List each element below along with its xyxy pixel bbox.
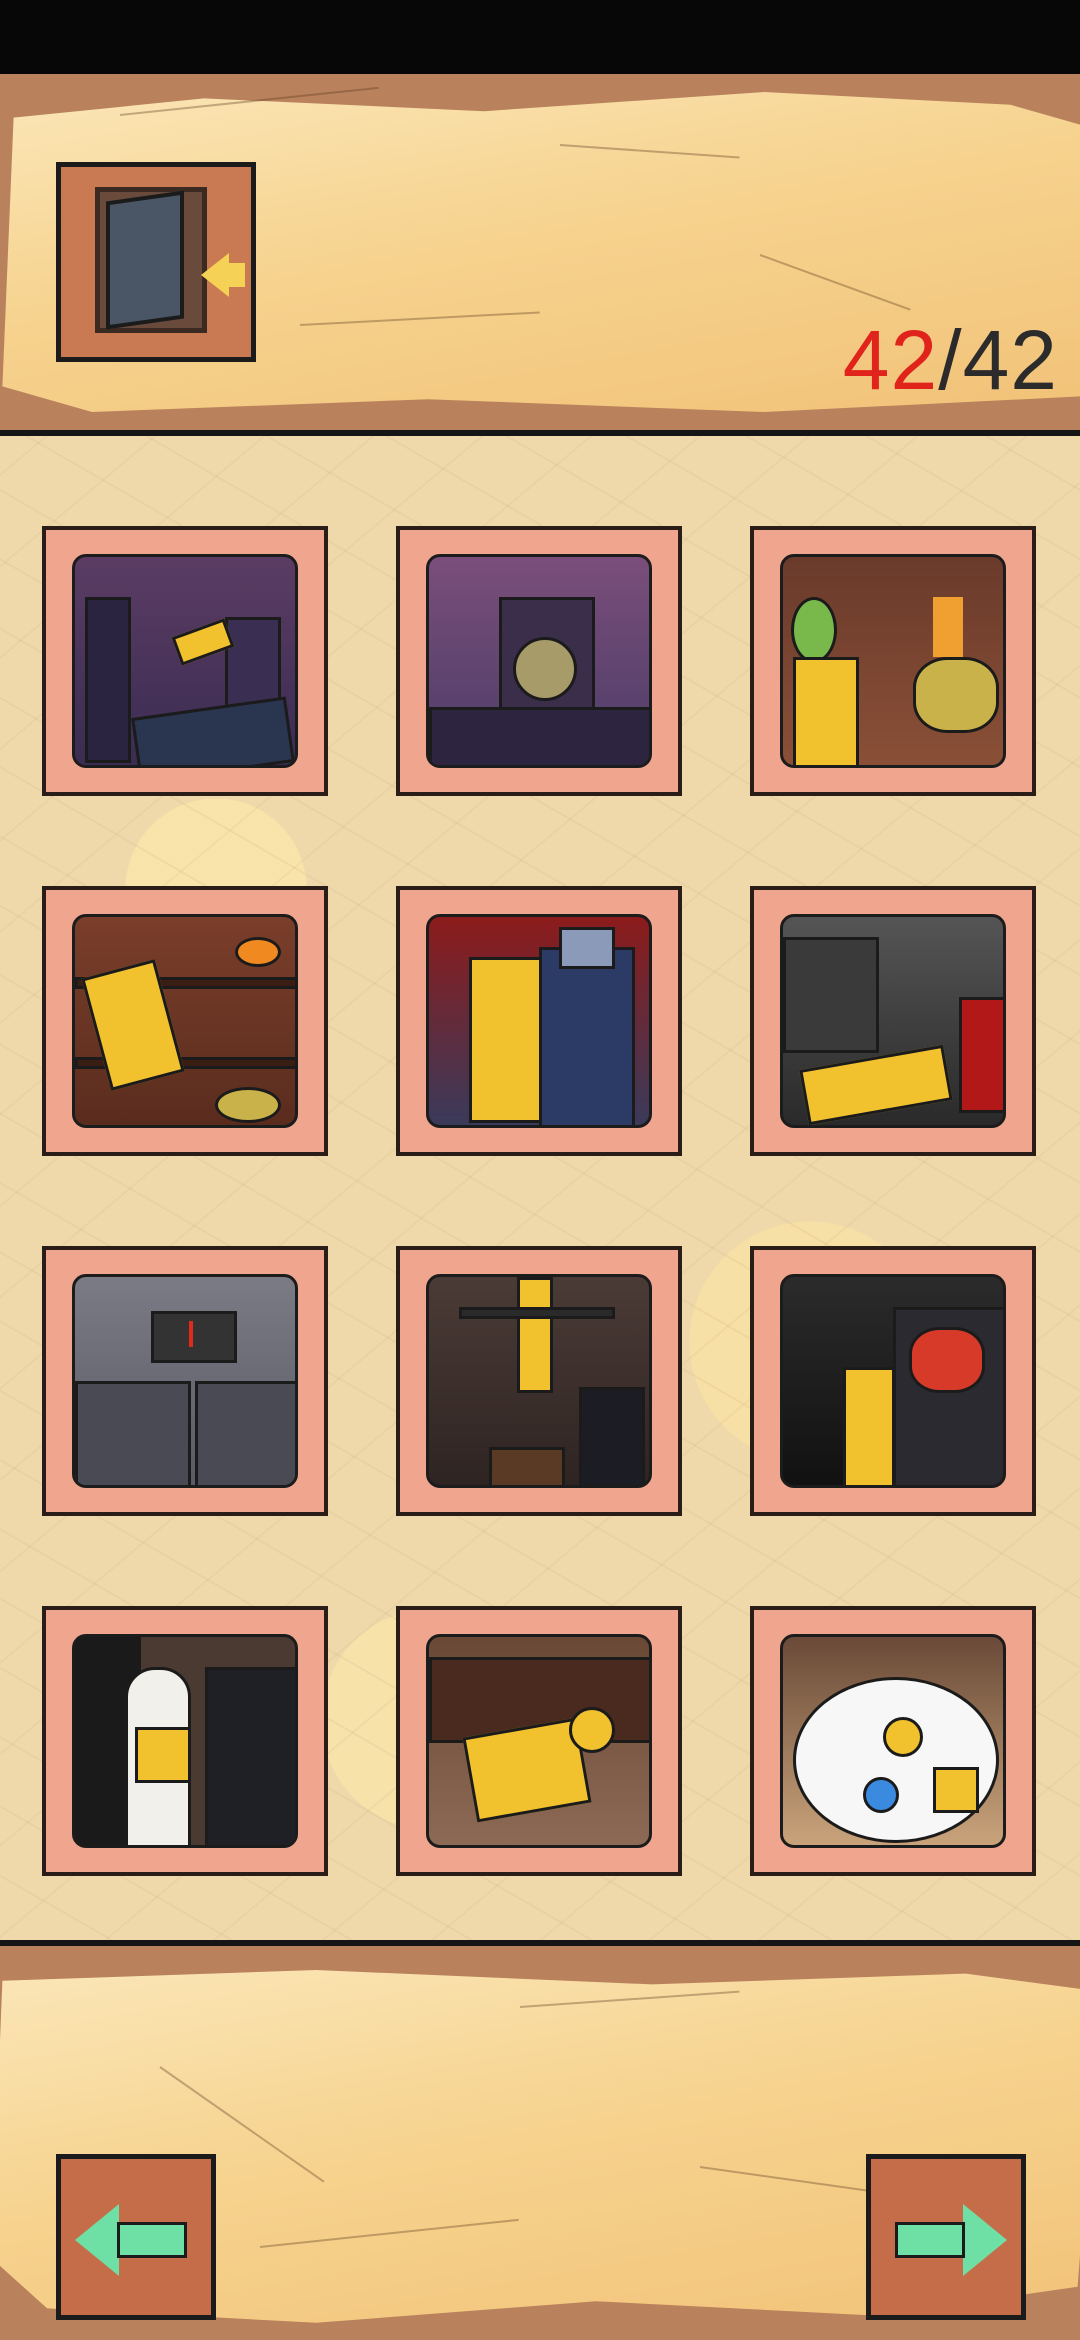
gallery-card-9[interactable] (750, 1246, 1036, 1516)
exit-door-icon (95, 187, 207, 333)
scene-shelf-fall (72, 914, 298, 1128)
progress-current: 42 (842, 313, 939, 407)
progress-separator: / (938, 313, 963, 407)
previous-page-button[interactable] (56, 2154, 216, 2320)
scene-jiangshi (426, 914, 652, 1128)
scene-doorway (72, 1634, 298, 1848)
gallery-card-5[interactable] (396, 886, 682, 1156)
gallery-card-2[interactable] (396, 526, 682, 796)
progress-total: 42 (962, 313, 1058, 407)
gallery-card-4[interactable] (42, 886, 328, 1156)
scene-brawl (780, 1634, 1006, 1848)
status-bar (0, 0, 1080, 74)
progress-counter: 42/42 (843, 318, 1058, 402)
scene-clock-tower (426, 554, 652, 768)
arrow-left-icon (75, 2204, 119, 2276)
gallery-card-3[interactable] (750, 526, 1036, 796)
gallery-card-8[interactable] (396, 1246, 682, 1516)
arrow-right-icon (963, 2204, 1007, 2276)
gallery-card-1[interactable] (42, 526, 328, 796)
next-page-button[interactable] (866, 2154, 1026, 2320)
scene-elevator (72, 1274, 298, 1488)
gallery-card-6[interactable] (750, 886, 1036, 1156)
scene-angry-guard (780, 1274, 1006, 1488)
gallery-card-11[interactable] (396, 1606, 682, 1876)
gallery-card-12[interactable] (750, 1606, 1036, 1876)
scene-crawling (426, 1634, 652, 1848)
gallery-card-10[interactable] (42, 1606, 328, 1876)
scene-room-guard (426, 1274, 652, 1488)
scene-fruit-stall (780, 554, 1006, 768)
gallery-card-7[interactable] (42, 1246, 328, 1516)
scene-stairs (780, 914, 1006, 1128)
scene-night-city (72, 554, 298, 768)
exit-button[interactable] (56, 162, 256, 362)
